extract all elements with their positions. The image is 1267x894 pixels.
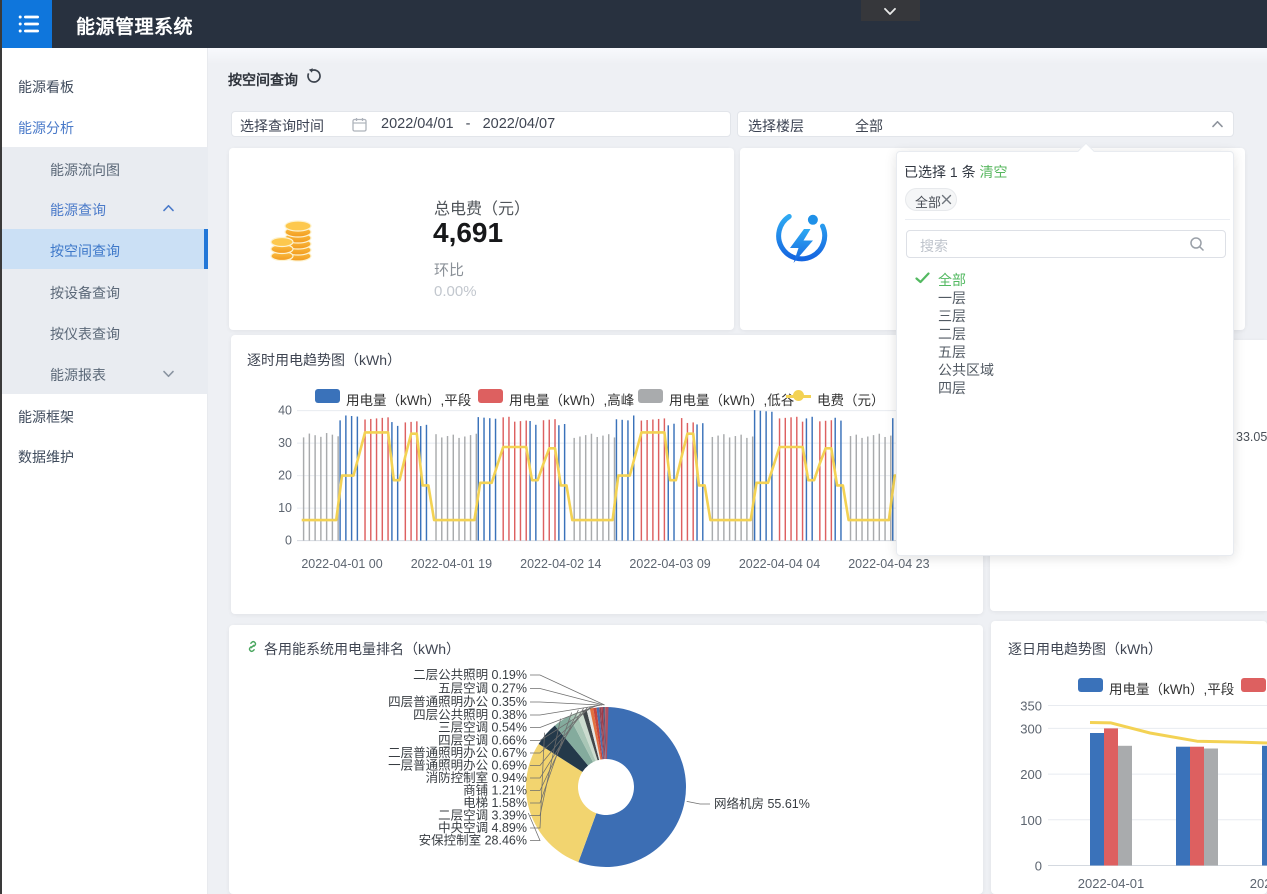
svg-text:三层空调 0.54%: 三层空调 0.54% <box>438 721 527 735</box>
svg-text:2022-04-04 04: 2022-04-04 04 <box>739 557 820 571</box>
svg-text:五层空调 0.27%: 五层空调 0.27% <box>438 682 527 696</box>
svg-text:10: 10 <box>278 501 292 515</box>
svg-text:40: 40 <box>278 404 292 418</box>
svg-text:100: 100 <box>1020 813 1042 828</box>
svg-text:2022-04-01 19: 2022-04-01 19 <box>411 557 492 571</box>
svg-text:网络机房 55.61%: 网络机房 55.61% <box>714 796 810 811</box>
svg-text:30: 30 <box>278 436 292 450</box>
svg-text:2022-04-04 23: 2022-04-04 23 <box>848 557 929 571</box>
svg-text:20: 20 <box>278 469 292 483</box>
svg-text:300: 300 <box>1020 721 1042 736</box>
svg-text:四层普通照明办公 0.35%: 四层普通照明办公 0.35% <box>388 694 527 709</box>
svg-text:0: 0 <box>285 534 292 548</box>
svg-text:2022-04-03 09: 2022-04-03 09 <box>629 557 710 571</box>
svg-text:二层公共照明 0.19%: 二层公共照明 0.19% <box>413 668 527 682</box>
svg-text:0: 0 <box>1035 859 1042 874</box>
svg-text:2022-04-02 14: 2022-04-02 14 <box>520 557 601 571</box>
svg-text:350: 350 <box>1020 699 1042 714</box>
svg-text:安保控制室 28.46%: 安保控制室 28.46% <box>419 833 527 848</box>
svg-text:200: 200 <box>1020 767 1042 782</box>
svg-text:2022-04-01: 2022-04-01 <box>1078 876 1145 891</box>
svg-text:2022-04-01 00: 2022-04-01 00 <box>301 557 382 571</box>
svg-text:2022-04-03: 2022-04-03 <box>1250 876 1267 891</box>
